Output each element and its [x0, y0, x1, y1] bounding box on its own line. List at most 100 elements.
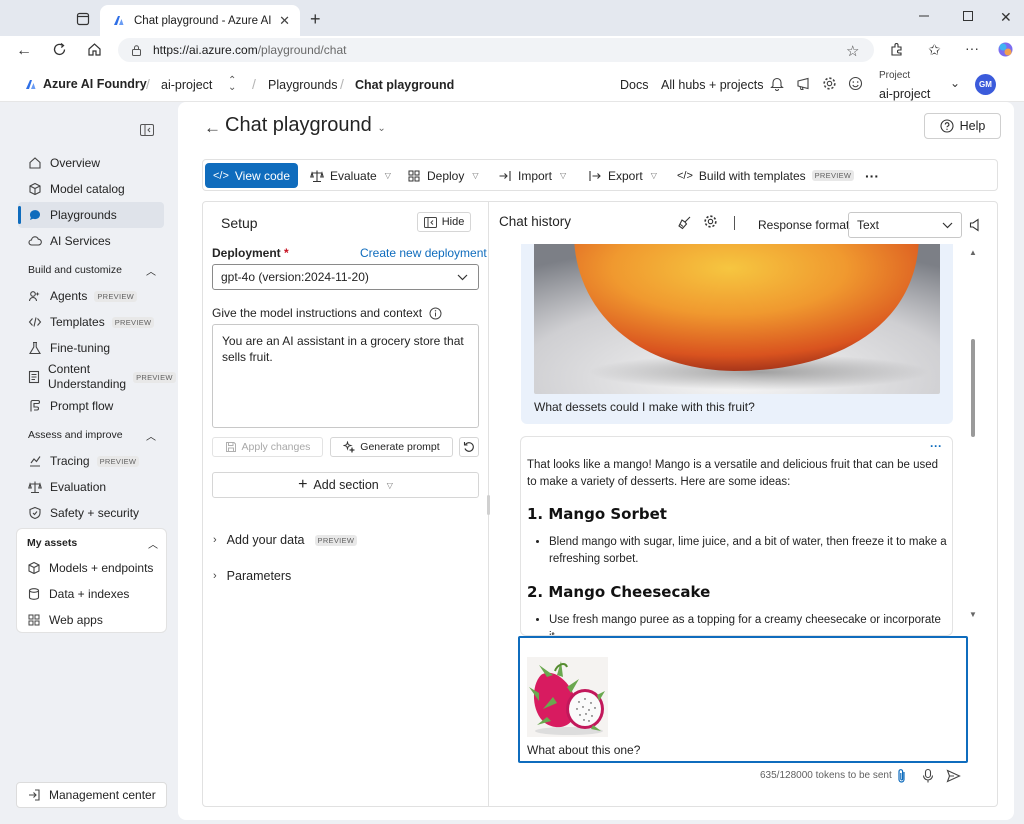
docs-link[interactable]: Docs [620, 78, 648, 92]
group-label: Assess and improve [28, 429, 123, 441]
sidebar-item-web-apps[interactable]: Web apps [17, 607, 163, 633]
deployment-select[interactable]: gpt-4o (version:2024-11-20) [212, 264, 479, 290]
reset-button[interactable] [459, 437, 479, 457]
back-icon[interactable]: ← [16, 42, 32, 60]
minimize-icon[interactable] [918, 10, 930, 22]
breadcrumb-playgrounds[interactable]: Playgrounds [268, 78, 338, 92]
document-scan-icon [27, 369, 41, 385]
management-center-button[interactable]: Management center [16, 782, 167, 808]
export-arrow-icon [588, 169, 602, 183]
label-line-1: Content [48, 362, 91, 376]
scrollbar-thumb[interactable] [971, 339, 975, 437]
clear-chat-broom-icon[interactable] [677, 215, 692, 230]
sidebar-item-safety-security[interactable]: Safety + security [18, 500, 164, 526]
composer-text[interactable]: What about this one? [527, 743, 640, 757]
sidebar-item-fine-tuning[interactable]: Fine-tuning [18, 335, 164, 361]
response-format-select[interactable]: Text [848, 212, 962, 238]
settings-gear-icon[interactable] [822, 76, 837, 91]
feedback-icon[interactable] [796, 77, 811, 91]
notifications-icon[interactable] [770, 76, 784, 91]
attach-paperclip-icon[interactable] [896, 768, 907, 784]
group-my-assets[interactable]: My assets ︿ [17, 533, 166, 553]
breadcrumb-project[interactable]: ai-project [161, 78, 212, 92]
sidebar-item-label: Safety + security [50, 506, 140, 520]
project-switch-icon[interactable]: ⌃ ⌄ [228, 76, 236, 93]
all-hubs-link[interactable]: All hubs + projects [661, 78, 763, 92]
microphone-icon[interactable] [922, 768, 934, 784]
generate-prompt-label: Generate prompt [360, 441, 440, 453]
sidebar-item-prompt-flow[interactable]: Prompt flow [18, 393, 164, 419]
message-more-button[interactable]: ··· [930, 439, 942, 453]
extensions-icon[interactable] [889, 42, 904, 57]
back-arrow-icon[interactable]: ← [204, 118, 221, 138]
favorites-icon[interactable]: ✩ [928, 41, 941, 59]
hide-setup-button[interactable]: Hide [417, 212, 471, 232]
create-deployment-link[interactable]: Create new deployment [360, 246, 487, 260]
close-window-icon[interactable]: ✕ [1000, 9, 1012, 26]
site-info-icon[interactable] [130, 44, 143, 57]
sidebar-item-playgrounds[interactable]: Playgrounds [18, 202, 164, 228]
info-icon[interactable] [429, 307, 442, 320]
chevron-down-icon: ▽ [384, 171, 391, 180]
copilot-icon[interactable] [997, 41, 1014, 58]
group-build-and-customize[interactable]: Build and customize ︿ [18, 260, 164, 280]
favorite-star-icon[interactable]: ☆ [846, 42, 859, 60]
dragon-fruit-image-attachment[interactable] [527, 657, 608, 737]
chat-settings-gear-icon[interactable] [703, 214, 718, 229]
project-name[interactable]: ai-project [879, 87, 930, 101]
browser-tab-active[interactable]: Chat playground - Azure AI Foun ✕ [100, 5, 300, 36]
user-message-text: What dessets could I make with this frui… [534, 400, 755, 414]
export-button[interactable]: Export ▽ [588, 163, 657, 188]
tab-actions-icon[interactable] [76, 12, 90, 26]
evaluate-button[interactable]: Evaluate ▽ [310, 163, 391, 188]
refresh-icon[interactable] [52, 42, 67, 57]
help-button[interactable]: Help [924, 113, 1001, 139]
maximize-icon[interactable] [962, 10, 974, 22]
send-icon[interactable] [946, 769, 961, 783]
view-code-label: View code [234, 168, 291, 183]
add-your-data-expander[interactable]: › Add your data PREVIEW [213, 533, 358, 547]
chat-scrollbar[interactable]: ▲ ▼ [968, 244, 978, 624]
azure-favicon-icon [110, 13, 126, 29]
group-assess-and-improve[interactable]: Assess and improve ︿ [18, 425, 164, 445]
resize-handle[interactable] [487, 495, 490, 515]
sidebar-item-overview[interactable]: Overview [18, 150, 164, 176]
sidebar-item-tracing[interactable]: Tracing PREVIEW [18, 448, 164, 474]
sidebar-item-content-understanding[interactable]: Content Understanding PREVIEW [18, 361, 176, 393]
sidebar-item-evaluation[interactable]: Evaluation [18, 474, 164, 500]
sidebar-item-model-catalog[interactable]: Model catalog [18, 176, 164, 202]
chevron-down-icon [457, 274, 468, 281]
more-options-icon[interactable]: ··· [965, 40, 979, 56]
avatar[interactable]: GM [975, 74, 996, 95]
sidebar-item-agents[interactable]: Agents PREVIEW [18, 283, 164, 309]
title-chevron-down-icon[interactable]: ⌄ [377, 123, 385, 134]
sidebar-item-data-indexes[interactable]: Data + indexes [17, 581, 163, 607]
brand[interactable]: Azure AI Foundry [24, 77, 147, 91]
sidebar-item-models-endpoints[interactable]: Models + endpoints [17, 555, 163, 581]
import-button[interactable]: Import ▽ [498, 163, 566, 188]
smiley-feedback-icon[interactable] [848, 76, 863, 91]
chevron-right-icon: › [213, 534, 217, 546]
scroll-up-icon[interactable]: ▲ [969, 248, 977, 257]
sidebar-item-templates[interactable]: Templates PREVIEW [18, 309, 164, 335]
speaker-icon[interactable] [969, 218, 981, 232]
new-tab-icon[interactable]: + [310, 9, 321, 30]
close-tab-icon[interactable]: ✕ [279, 13, 290, 29]
sidebar-item-ai-services[interactable]: AI Services [18, 228, 164, 254]
address-bar[interactable]: https://ai.azure.com/playground/chat [118, 38, 874, 62]
build-with-templates-button[interactable]: </> Build with templates PREVIEW [677, 163, 855, 188]
parameters-expander[interactable]: › Parameters [213, 569, 291, 583]
apply-changes-button[interactable]: Apply changes [212, 437, 323, 457]
deploy-button[interactable]: Deploy ▽ [407, 163, 479, 188]
chevron-up-icon: ︿ [146, 266, 156, 278]
project-chevron-down-icon[interactable]: ⌄ [950, 76, 960, 90]
build-templates-label: Build with templates [698, 168, 806, 183]
home-icon[interactable] [87, 42, 102, 57]
add-section-button[interactable]: + Add section ▽ [212, 472, 479, 498]
more-actions-button[interactable]: ··· [865, 163, 879, 188]
assistant-intro: That looks like a mango! Mango is a vers… [527, 459, 939, 488]
view-code-button[interactable]: </> View code [205, 163, 298, 188]
scroll-down-icon[interactable]: ▼ [969, 610, 977, 619]
system-message-input[interactable]: You are an AI assistant in a grocery sto… [212, 324, 479, 428]
generate-prompt-button[interactable]: Generate prompt [330, 437, 453, 457]
